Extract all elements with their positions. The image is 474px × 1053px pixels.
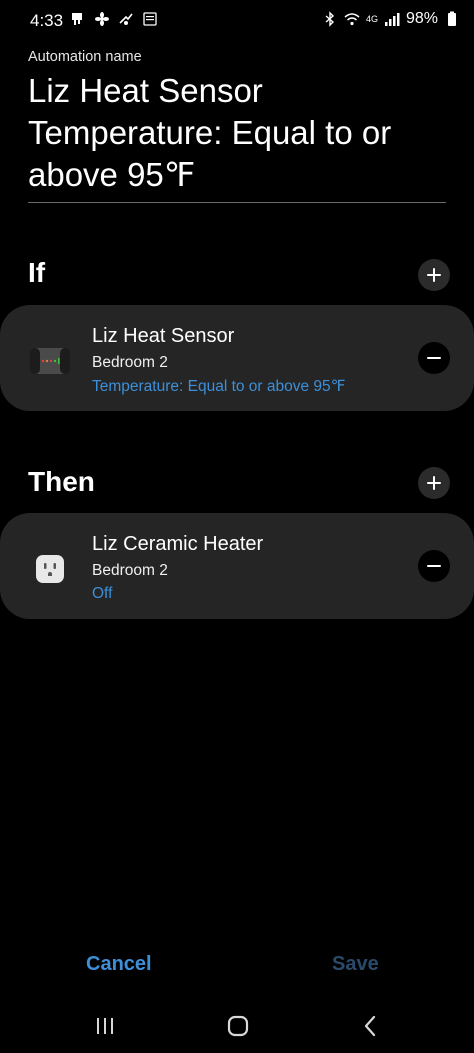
remove-condition-button[interactable] — [418, 342, 450, 374]
action-card[interactable]: Liz Ceramic Heater Bedroom 2 Off — [0, 513, 474, 619]
minus-icon — [427, 565, 441, 567]
add-action-button[interactable] — [418, 467, 450, 499]
home-icon[interactable] — [226, 1014, 250, 1038]
add-condition-button[interactable] — [418, 259, 450, 291]
condition-detail[interactable]: Temperature: Equal to or above 95℉ — [92, 377, 345, 396]
action-device-name: Liz Ceramic Heater — [92, 533, 264, 555]
recent-apps-icon[interactable] — [93, 1014, 117, 1038]
notification-icons — [70, 11, 158, 27]
battery-icon — [444, 11, 460, 27]
then-section-title: Then — [28, 466, 95, 497]
condition-card[interactable]: Liz Heat Sensor Bedroom 2 Temperature: E… — [0, 305, 474, 411]
status-bar: 4:33 4G 98% — [0, 0, 474, 40]
sensor-icon — [28, 339, 72, 383]
if-section-title: If — [28, 257, 46, 288]
plus-icon — [427, 268, 441, 282]
status-time: 4:33 — [30, 11, 64, 30]
remove-action-button[interactable] — [418, 550, 450, 582]
automation-name-label: Automation name — [28, 49, 142, 65]
minus-icon — [427, 357, 441, 359]
condition-room: Bedroom 2 — [92, 354, 168, 371]
share-icon — [118, 11, 134, 27]
wifi-icon — [344, 11, 360, 27]
system-status: 4G 98% — [322, 10, 460, 28]
plus-icon — [427, 476, 441, 490]
cancel-button[interactable]: Cancel — [86, 953, 152, 976]
bible-app-icon — [142, 11, 158, 27]
navigation-bar — [0, 1000, 474, 1053]
network-type: 4G — [365, 14, 378, 24]
automation-name-underline — [28, 202, 446, 203]
action-detail[interactable]: Off — [92, 585, 112, 603]
automation-name-field[interactable]: Liz Heat Sensor Temperature: Equal to or… — [28, 70, 448, 196]
signal-icon — [384, 11, 400, 27]
save-button[interactable]: Save — [332, 953, 379, 976]
action-room: Bedroom 2 — [92, 562, 168, 579]
fan-icon — [94, 11, 110, 27]
condition-device-name: Liz Heat Sensor — [92, 325, 235, 347]
bluetooth-icon — [322, 11, 338, 27]
back-icon[interactable] — [359, 1014, 383, 1038]
notification-app-icon — [70, 11, 86, 27]
battery-percent: 98% — [405, 10, 438, 27]
plug-icon — [28, 547, 72, 591]
